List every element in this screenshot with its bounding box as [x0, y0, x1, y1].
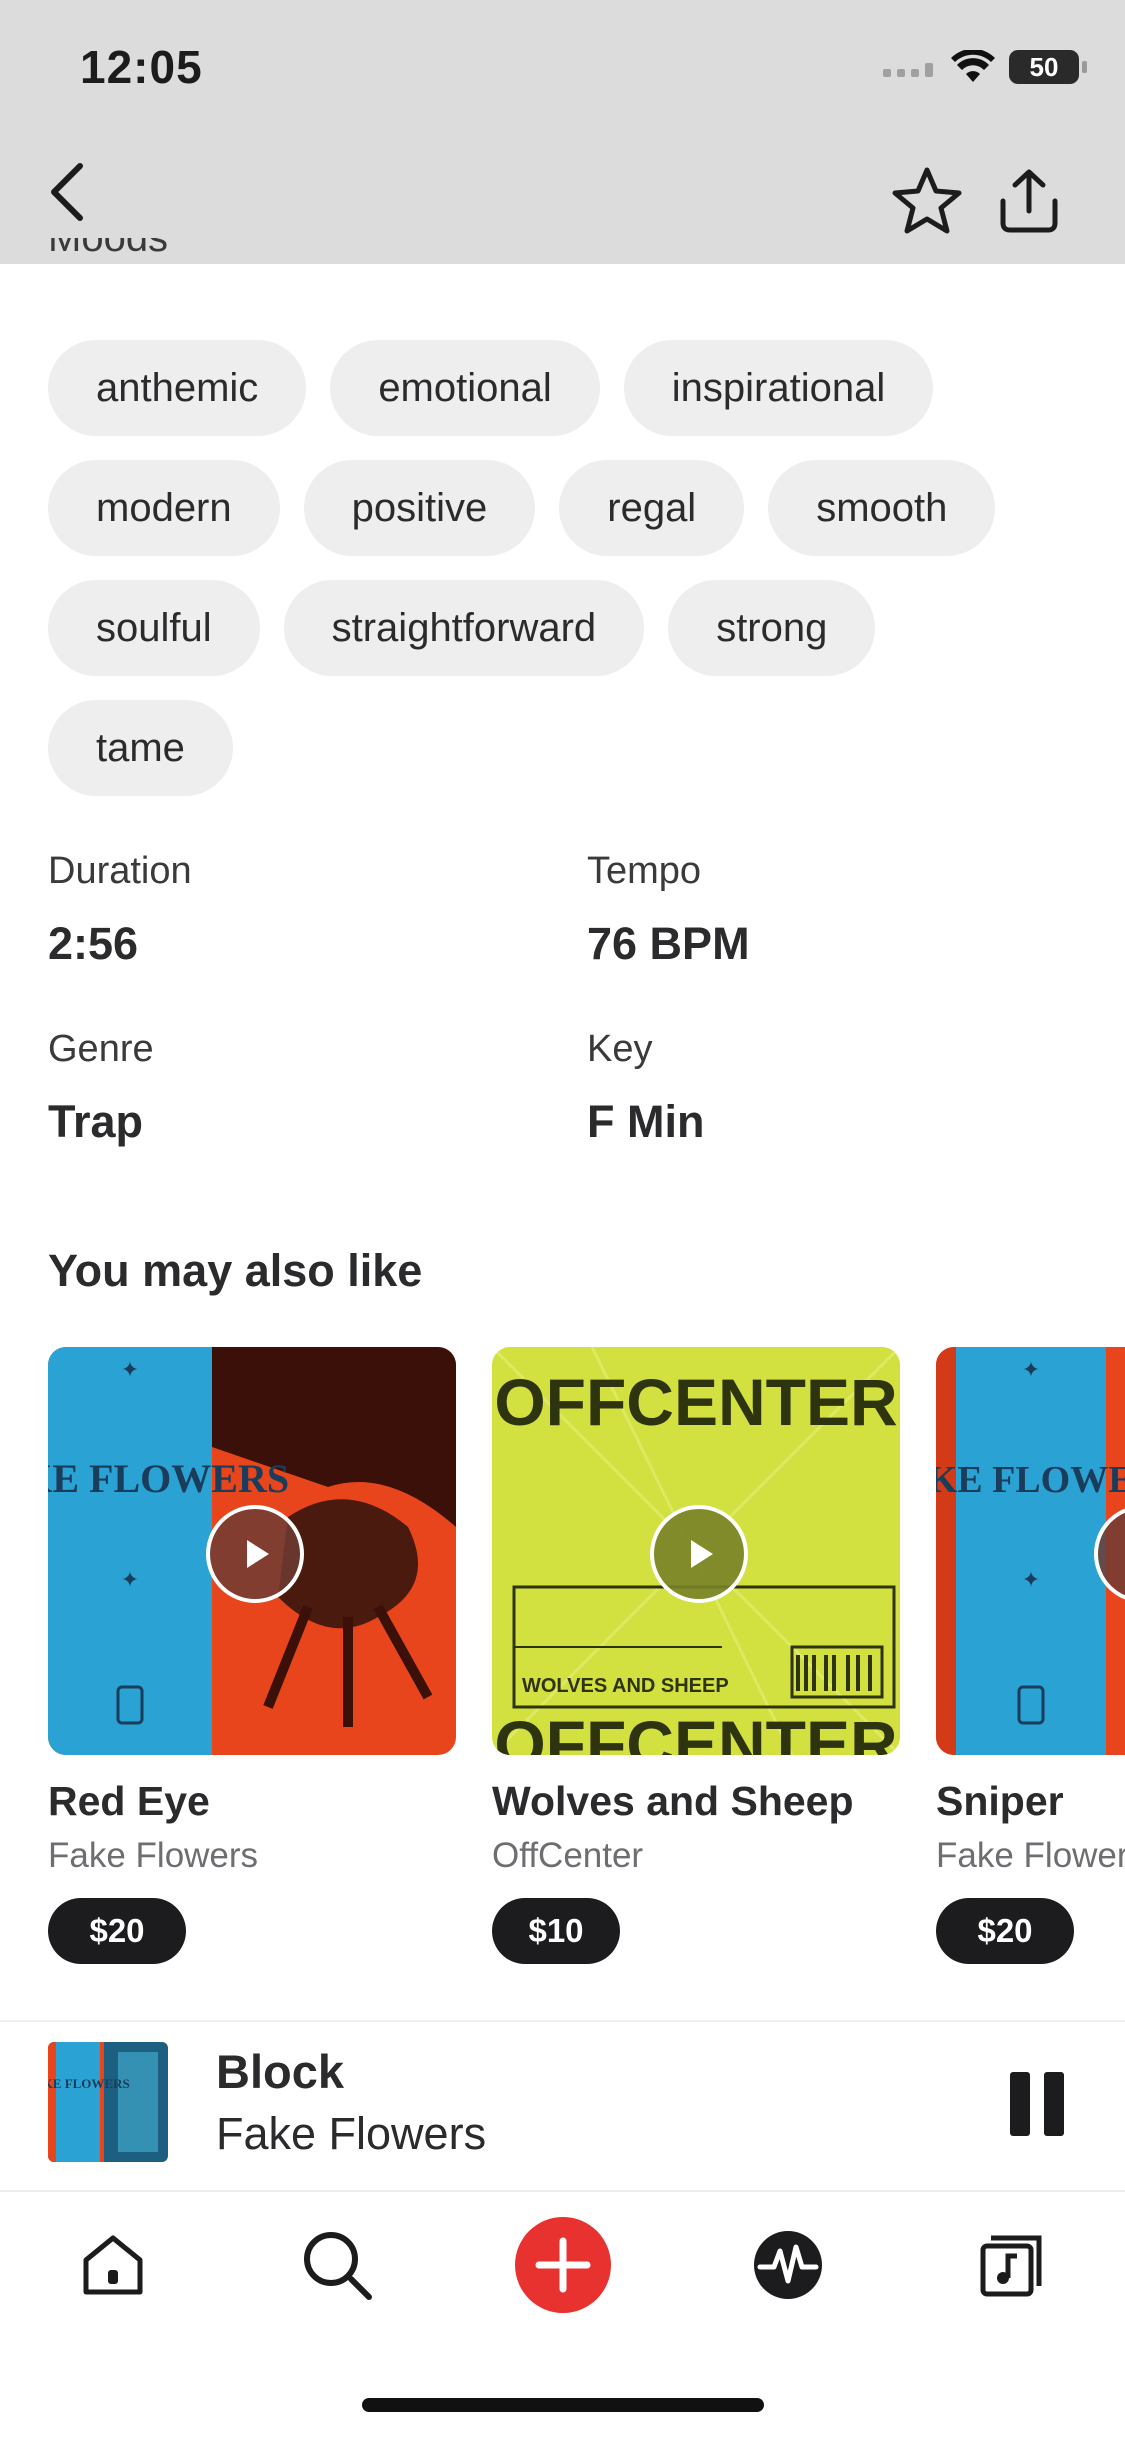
mood-tag[interactable]: strong: [668, 580, 876, 676]
track-card-title[interactable]: Red Eye: [48, 1778, 210, 1825]
play-icon: [691, 1540, 713, 1568]
price-button[interactable]: $10: [492, 1898, 620, 1964]
genre-value: Trap: [48, 1096, 144, 1147]
track-card-cover[interactable]: FAKE FLOWERS ✦ ✦: [936, 1347, 1125, 1755]
mood-tag[interactable]: emotional: [330, 340, 600, 436]
key-value: F Min: [587, 1096, 705, 1147]
wifi-icon: [951, 50, 995, 82]
activity-icon: [754, 2231, 822, 2299]
battery-icon: 50: [1009, 50, 1087, 84]
track-card-cover[interactable]: FAKE FLOWERS ✦ ✦: [48, 1347, 456, 1755]
duration-label: Duration: [48, 850, 192, 892]
mini-player[interactable]: [0, 2020, 1125, 2192]
status-icons: 50: [883, 50, 1087, 84]
track-card-cover[interactable]: OFFCENTER WOLVES AND SHEEP OFFCENTER: [492, 1347, 900, 1755]
mood-tags: anthemic emotional inspirational modern …: [48, 340, 1088, 820]
mood-tag[interactable]: modern: [48, 460, 280, 556]
track-card-artist[interactable]: Fake Flowers: [48, 1836, 258, 1876]
mood-tag[interactable]: smooth: [768, 460, 996, 556]
tempo-label: Tempo: [587, 850, 702, 892]
svg-text:WOLVES AND SHEEP: WOLVES AND SHEEP: [522, 1675, 729, 1697]
back-button[interactable]: [36, 160, 100, 224]
star-outline-icon: [892, 167, 962, 234]
nav-activity[interactable]: [733, 2212, 843, 2318]
mood-tag[interactable]: regal: [559, 460, 745, 556]
play-icon: [247, 1540, 269, 1568]
pause-icon: [1010, 2072, 1030, 2136]
play-button[interactable]: [650, 1505, 748, 1603]
track-card-title[interactable]: Wolves and Sheep: [492, 1778, 854, 1825]
svg-text:✦: ✦: [121, 1567, 139, 1592]
svg-text:FAKE FLOWERS: FAKE FLOWERS: [48, 1456, 289, 1501]
svg-text:✦: ✦: [121, 1357, 139, 1382]
share-icon: [1000, 169, 1058, 233]
tempo-value: 76 BPM: [587, 918, 750, 969]
mood-tag[interactable]: soulful: [48, 580, 260, 676]
pause-button[interactable]: [1010, 2072, 1070, 2136]
svg-text:✦: ✦: [1022, 1567, 1040, 1592]
price-button[interactable]: $20: [936, 1898, 1074, 1964]
track-card-artist[interactable]: Fake Flowers: [936, 1836, 1125, 1876]
favorite-button[interactable]: [884, 158, 970, 244]
svg-text:FAKE FLOWERS: FAKE FLOWERS: [48, 2076, 130, 2091]
svg-text:✦: ✦: [1022, 1357, 1040, 1382]
chevron-left-icon: [51, 163, 83, 221]
play-button[interactable]: [206, 1505, 304, 1603]
pause-icon: [1044, 2072, 1064, 2136]
now-playing-cover[interactable]: FAKE FLOWERS: [48, 2042, 168, 2162]
nav-library[interactable]: [957, 2212, 1067, 2318]
nav-add[interactable]: [508, 2212, 618, 2318]
svg-text:OFFCENTER: OFFCENTER: [494, 1365, 897, 1439]
duration-value: 2:56: [48, 918, 139, 969]
now-playing-artist[interactable]: Fake Flowers: [216, 2108, 486, 2160]
cellular-signal-icon: [883, 63, 933, 77]
svg-text:OFFCENTER: OFFCENTER: [494, 1707, 897, 1755]
add-icon: [515, 2217, 611, 2313]
moods-heading: Moods: [48, 238, 169, 260]
mood-tag[interactable]: inspirational: [623, 340, 934, 436]
status-time: 12:05: [80, 41, 203, 93]
search-icon: [304, 2232, 372, 2300]
recommendations-title: You may also like: [48, 1245, 423, 1296]
home-icon: [83, 2235, 143, 2295]
key-label: Key: [587, 1028, 653, 1070]
mood-tag[interactable]: anthemic: [48, 340, 307, 436]
nav-search[interactable]: [282, 2212, 392, 2318]
mood-tag[interactable]: straightforward: [283, 580, 645, 676]
home-indicator: [362, 2398, 764, 2412]
library-icon: [980, 2235, 1042, 2297]
genre-label: Genre: [48, 1028, 154, 1070]
now-playing-title[interactable]: Block: [216, 2044, 344, 2099]
track-card-title[interactable]: Sniper: [936, 1778, 1064, 1825]
price-button[interactable]: $20: [48, 1898, 186, 1964]
nav-home[interactable]: [58, 2212, 168, 2318]
svg-text:FAKE FLOWERS: FAKE FLOWERS: [936, 1459, 1125, 1501]
share-button[interactable]: [990, 158, 1068, 244]
album-art: FAKE FLOWERS: [48, 2042, 168, 2162]
mood-tag[interactable]: tame: [48, 700, 233, 796]
mood-tag[interactable]: positive: [303, 460, 536, 556]
track-card-artist[interactable]: OffCenter: [492, 1836, 643, 1876]
